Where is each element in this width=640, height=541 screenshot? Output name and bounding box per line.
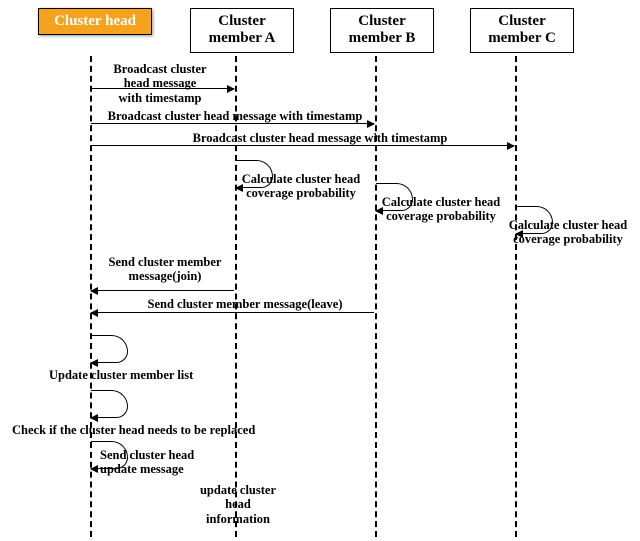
- sequence-diagram: Cluster head Cluster member A Cluster me…: [0, 0, 640, 541]
- msg-broadcast-a-label: Broadcast cluster head message with time…: [100, 62, 220, 105]
- msg-calc-a: Calculate cluster head coverage probabil…: [231, 172, 371, 201]
- msg-calc-c: Calculate cluster head coverage probabil…: [498, 218, 638, 247]
- arrow-leave: [91, 312, 374, 313]
- loop-update-list: [91, 335, 128, 363]
- arrow-broadcast-b: [91, 123, 374, 124]
- participant-member-b-label: Cluster member B: [349, 13, 416, 46]
- msg-check-replace: Check if the cluster head needs to be re…: [12, 423, 302, 437]
- participant-member-b: Cluster member B: [330, 8, 434, 53]
- participant-member-a-label: Cluster member A: [209, 13, 276, 46]
- msg-broadcast-c-label: Broadcast cluster head message with time…: [130, 131, 510, 145]
- participant-member-c-label: Cluster member C: [488, 13, 556, 46]
- loop-check-replace: [91, 390, 128, 418]
- msg-join-label: Send cluster member message(join): [95, 255, 235, 284]
- participant-member-c: Cluster member C: [470, 8, 574, 53]
- msg-send-update: Send cluster head update message: [100, 448, 230, 477]
- msg-leave-label: Send cluster member message(leave): [120, 297, 370, 311]
- msg-calc-b: Calculate cluster head coverage probabil…: [371, 195, 511, 224]
- lifeline-member-c: [515, 56, 517, 537]
- msg-update-list: Update cluster member list: [49, 368, 229, 382]
- arrow-broadcast-a: [91, 88, 234, 89]
- participant-member-a: Cluster member A: [190, 8, 294, 53]
- arrow-broadcast-c: [91, 145, 514, 146]
- participant-cluster-head: Cluster head: [38, 8, 152, 35]
- arrow-join: [91, 290, 234, 291]
- lifeline-member-b: [375, 56, 377, 537]
- msg-broadcast-b-label: Broadcast cluster head message with time…: [100, 109, 370, 123]
- msg-update-info: update cluster head information: [188, 483, 288, 526]
